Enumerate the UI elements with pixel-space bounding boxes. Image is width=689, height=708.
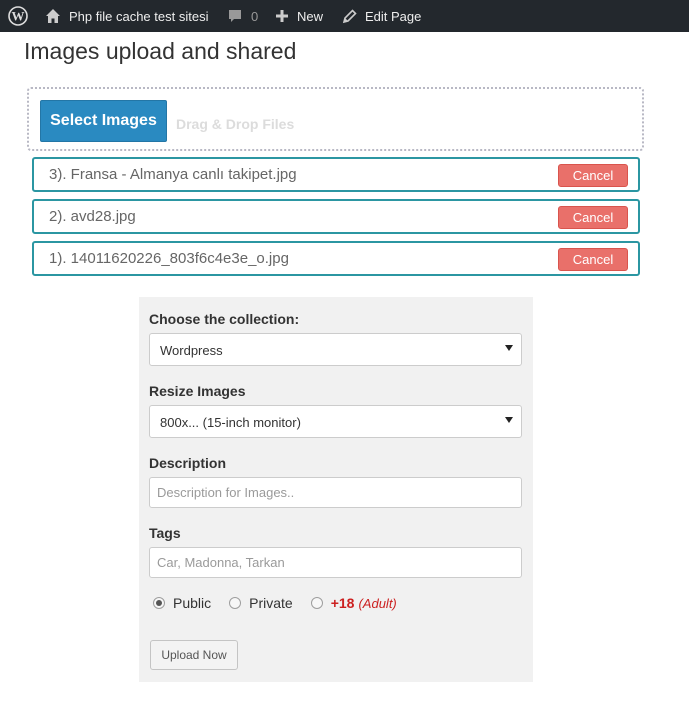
cancel-button[interactable]: Cancel	[558, 164, 628, 187]
wordpress-logo-button[interactable]: W	[8, 0, 28, 32]
resize-select[interactable]: 800x... (15-inch monitor)	[149, 405, 522, 438]
comments-link[interactable]: 0	[227, 0, 258, 32]
radio-public[interactable]: Public	[153, 595, 211, 611]
chevron-down-icon	[505, 345, 513, 351]
radio-button[interactable]	[310, 597, 323, 609]
description-input[interactable]	[149, 477, 522, 508]
comments-count: 0	[251, 8, 259, 24]
resize-value: 800x... (15-inch monitor)	[160, 415, 301, 430]
edit-page-label: Edit Page	[365, 8, 422, 24]
file-row: 3). Fransa - Almanya canlı takipet.jpg C…	[32, 157, 640, 192]
privacy-radio-group: Public Private +18 (Adult)	[153, 594, 415, 612]
pencil-icon	[342, 8, 357, 24]
description-label: Description	[149, 455, 227, 471]
admin-bar: W Php file cache test sitesi 0 New Edit …	[0, 0, 689, 32]
dropzone[interactable]: Select Images Drag & Drop Files	[27, 87, 644, 151]
file-name: 2). avd28.jpg	[49, 208, 136, 225]
home-icon	[45, 8, 61, 24]
resize-label: Resize Images	[149, 383, 246, 399]
radio-button[interactable]	[229, 597, 242, 609]
drag-drop-hint: Drag & Drop Files	[176, 116, 295, 132]
svg-text:W: W	[12, 9, 25, 24]
file-name: 3). Fransa - Almanya canlı takipet.jpg	[49, 166, 297, 183]
page-title: Images upload and shared	[24, 38, 297, 64]
adult-note: (Adult)	[358, 595, 397, 611]
edit-page-link[interactable]: Edit Page	[342, 0, 421, 32]
plus-icon	[275, 9, 289, 23]
radio-adult[interactable]: +18 (Adult)	[310, 595, 397, 611]
site-name-link[interactable]: Php file cache test sitesi	[45, 0, 208, 32]
tags-label: Tags	[149, 525, 181, 541]
comment-bubble-icon	[227, 8, 243, 24]
cancel-button[interactable]: Cancel	[558, 248, 628, 271]
cancel-button[interactable]: Cancel	[558, 206, 628, 229]
upload-options-panel: Choose the collection: Wordpress Resize …	[139, 297, 533, 682]
collection-value: Wordpress	[160, 343, 223, 358]
adult-plus-label: +18	[330, 595, 355, 611]
radio-private-label: Private	[249, 595, 293, 611]
collection-label: Choose the collection:	[149, 311, 300, 327]
tags-input[interactable]	[149, 547, 522, 578]
file-row: 1). 14011620226_803f6c4e3e_o.jpg Cancel	[32, 241, 640, 276]
radio-button-selected[interactable]	[153, 597, 165, 609]
new-label: New	[297, 8, 324, 24]
new-content-link[interactable]: New	[275, 0, 323, 32]
upload-now-button[interactable]: Upload Now	[150, 640, 238, 670]
file-name: 1). 14011620226_803f6c4e3e_o.jpg	[49, 250, 289, 267]
collection-select[interactable]: Wordpress	[149, 333, 522, 366]
file-row: 2). avd28.jpg Cancel	[32, 199, 640, 234]
radio-private[interactable]: Private	[229, 595, 293, 611]
select-images-button[interactable]: Select Images	[40, 100, 167, 142]
radio-public-label: Public	[173, 595, 212, 611]
chevron-down-icon	[505, 417, 513, 423]
site-name: Php file cache test sitesi	[69, 8, 209, 24]
wordpress-icon: W	[8, 6, 28, 26]
